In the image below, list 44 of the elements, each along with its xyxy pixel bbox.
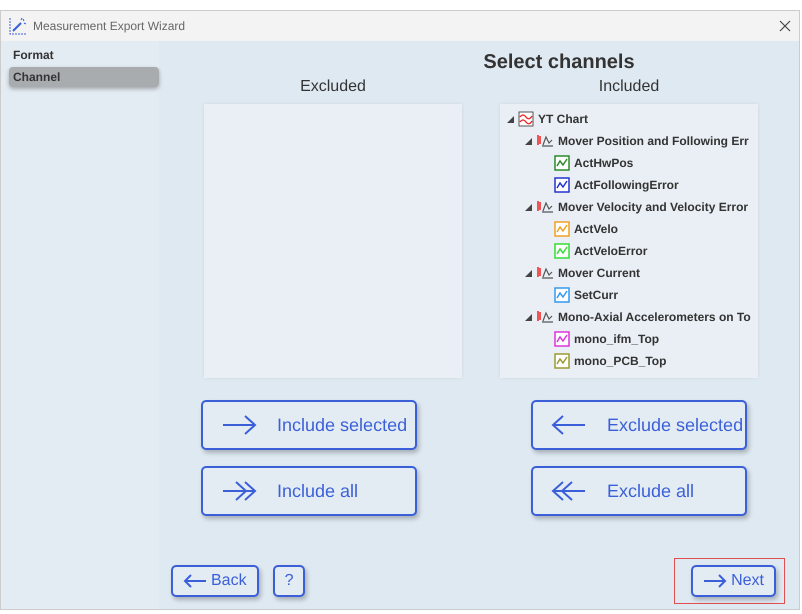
arrow-icon [183, 573, 207, 589]
wizard-wand-icon [9, 17, 27, 35]
included-tree[interactable] [500, 104, 758, 378]
double-arrow-icon [221, 479, 257, 503]
double-arrow-icon [551, 479, 587, 503]
next-button[interactable]: Next [691, 565, 776, 597]
expanded-triangle-icon[interactable] [524, 313, 532, 321]
chart-icon [518, 111, 534, 127]
tree-item[interactable]: mono_ifm_Top [574, 332, 660, 346]
help-button[interactable]: ? [272, 565, 306, 597]
tree-item[interactable]: Mover Current [558, 266, 640, 280]
axis-group-icon [536, 133, 554, 149]
expanded-triangle-icon[interactable] [524, 203, 532, 211]
arrow-icon [703, 573, 728, 589]
back-button[interactable]: Back [171, 565, 259, 597]
sidebar-item[interactable]: Format [9, 45, 159, 65]
arrow-icon [551, 413, 587, 437]
arrow-icon [221, 413, 257, 437]
column-heading: Included [598, 78, 660, 97]
tree-item[interactable]: SetCurr [574, 288, 618, 302]
tree-item[interactable]: ActFollowingError [574, 178, 679, 192]
axis-group-icon [536, 309, 554, 325]
tree-item[interactable]: mono_PCB_Top [574, 354, 666, 368]
tree-item[interactable]: Mono-Axial Accelerometers on To [558, 310, 751, 324]
close-icon[interactable] [779, 20, 791, 32]
page-title: Select channels [483, 51, 635, 73]
tree-item[interactable]: ActVelo [574, 222, 618, 236]
transfer-button[interactable]: Exclude selected [531, 400, 747, 450]
expanded-triangle-icon[interactable] [524, 137, 532, 145]
transfer-button[interactable]: Exclude all [531, 466, 747, 516]
tree-item[interactable]: ActHwPos [574, 156, 634, 170]
tree-item[interactable]: Mover Position and Following Err [558, 134, 749, 148]
tree-item[interactable]: Mover Velocity and Velocity Error [558, 200, 748, 214]
window-title: Measurement Export Wizard [33, 19, 186, 33]
tree-item[interactable]: YT Chart [538, 112, 588, 126]
expanded-triangle-icon[interactable] [524, 269, 532, 277]
sidebar-item[interactable]: Channel [9, 67, 159, 87]
column-heading: Excluded [300, 78, 366, 97]
expanded-triangle-icon[interactable] [506, 115, 514, 123]
transfer-button[interactable]: Include all [201, 466, 417, 516]
axis-group-icon [536, 265, 554, 281]
axis-group-icon [536, 199, 554, 215]
tree-item[interactable]: ActVeloError [574, 244, 648, 258]
transfer-button[interactable]: Include selected [201, 400, 417, 450]
